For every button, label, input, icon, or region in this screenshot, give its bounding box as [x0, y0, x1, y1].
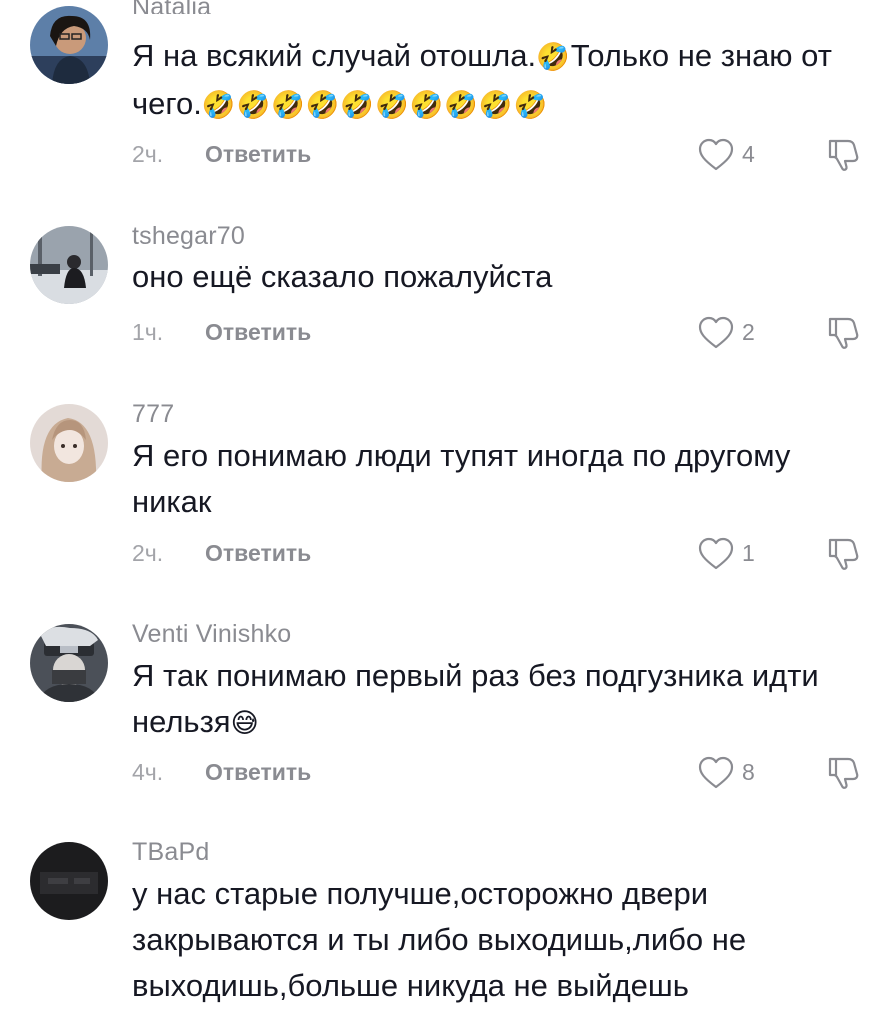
avatar[interactable]: [30, 842, 108, 920]
avatar[interactable]: [30, 404, 108, 482]
like-count: 1: [742, 540, 755, 566]
heart-outline-icon: [698, 537, 734, 570]
like-button[interactable]: 1: [698, 537, 768, 571]
comment-text: Я так понимаю первый раз без подгузника …: [132, 658, 819, 739]
heart-outline-icon: [698, 756, 734, 789]
thumbs-down-icon: [828, 538, 859, 570]
avatar[interactable]: [30, 226, 108, 304]
reply-button[interactable]: Ответить: [205, 141, 311, 168]
comment-username[interactable]: Venti Vinishko: [132, 620, 291, 649]
thumbs-down-icon: [828, 317, 859, 349]
comment-time: 4ч.: [132, 759, 164, 785]
comment-text: оно ещё сказало пожалуйста: [132, 259, 553, 294]
reply-button[interactable]: Ответить: [205, 759, 311, 786]
comment-username[interactable]: 777: [132, 400, 174, 429]
comment-text: у нас старые получше,осторожно двери зак…: [132, 876, 747, 1003]
comment-time: 2ч.: [132, 141, 164, 167]
like-button[interactable]: 2: [698, 316, 768, 350]
rofl-emoji-icon: 🤣: [536, 42, 571, 73]
like-count: 8: [742, 759, 755, 785]
dislike-button[interactable]: [826, 536, 862, 572]
comment-username[interactable]: tshegar70: [132, 222, 245, 251]
thumbs-down-icon: [828, 139, 859, 171]
dislike-button[interactable]: [826, 137, 862, 173]
thumbs-down-icon: [828, 757, 859, 789]
dislike-button[interactable]: [826, 755, 862, 791]
comment-text: Я его понимаю люди тупят иногда по друго…: [132, 438, 791, 519]
like-count: 2: [742, 319, 755, 345]
reply-button[interactable]: Ответить: [205, 319, 311, 346]
comment-time: 1ч.: [132, 319, 164, 345]
heart-outline-icon: [698, 316, 734, 349]
rofl-emoji-icon: 🤣🤣🤣🤣🤣🤣🤣🤣🤣🤣: [201, 90, 549, 121]
dislike-button[interactable]: [826, 315, 862, 351]
heart-outline-icon: [698, 138, 734, 171]
reply-button[interactable]: Ответить: [205, 540, 311, 567]
comment-text: Я на всякий случай отошла.🤣Только не зна…: [132, 38, 832, 121]
like-count: 4: [742, 141, 755, 167]
sweat-smile-emoji-icon: 😅: [230, 708, 260, 739]
avatar[interactable]: [30, 6, 108, 84]
like-button[interactable]: 8: [698, 756, 768, 790]
comment-username[interactable]: Natalia: [132, 0, 211, 14]
comment-username[interactable]: TBaPd: [132, 838, 209, 867]
comment-time: 2ч.: [132, 540, 164, 566]
like-button[interactable]: 4: [698, 138, 768, 172]
avatar[interactable]: [30, 624, 108, 702]
